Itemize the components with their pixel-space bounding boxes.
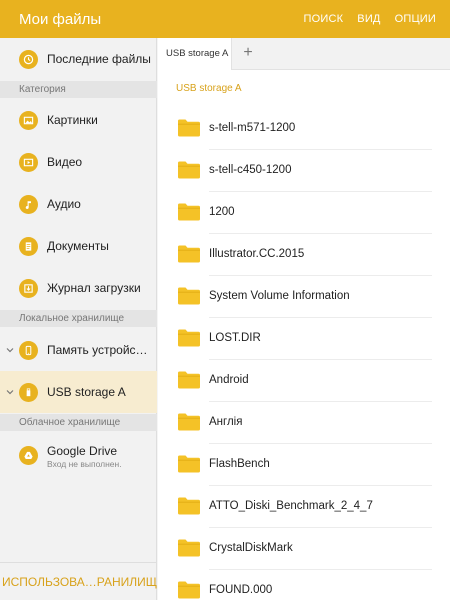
sidebar-item-google-drive[interactable]: Google Drive Вход не выполнен. (0, 434, 157, 482)
app-bar: Мои файлы ПОИСК ВИД ОПЦИИ (0, 0, 450, 38)
category-header: Категория (0, 81, 157, 98)
file-name: Illustrator.CC.2015 (209, 248, 305, 260)
list-item[interactable]: 1200 (158, 192, 432, 234)
video-icon (19, 152, 38, 172)
app-title: Мои файлы (19, 11, 102, 28)
chevron-down-icon[interactable] (5, 387, 15, 397)
folder-icon (178, 455, 200, 473)
file-name: CrystalDiskMark (209, 542, 293, 554)
breadcrumb[interactable]: USB storage A (176, 83, 242, 94)
app-actions: ПОИСК ВИД ОПЦИИ (304, 13, 436, 25)
list-item[interactable]: s-tell-c450-1200 (158, 150, 432, 192)
usb-icon (19, 382, 38, 402)
list-item[interactable]: CrystalDiskMark (158, 528, 432, 570)
sidebar-item-label: Память устройс… (47, 343, 148, 357)
sidebar-item-usb-storage[interactable]: USB storage A (0, 371, 157, 413)
list-item[interactable]: Англія (158, 402, 432, 444)
options-button[interactable]: ОПЦИИ (395, 13, 436, 25)
sidebar-item-images[interactable]: Картинки (0, 99, 157, 141)
storage-usage-button[interactable]: ИСПОЛЬЗОВА…РАНИЛИЩА (0, 562, 157, 600)
list-item[interactable]: FOUND.000 (158, 570, 432, 600)
sidebar-item-label: Последние файлы (47, 52, 151, 66)
sidebar-item-label: Google Drive (47, 444, 118, 458)
google-drive-icon (19, 446, 38, 465)
sidebar-item-label: Видео (47, 155, 83, 169)
chevron-down-icon[interactable] (5, 345, 15, 355)
list-item[interactable]: FlashBench (158, 444, 432, 486)
sidebar-item-sublabel: Вход не выполнен. (47, 459, 122, 469)
list-item[interactable]: LOST.DIR (158, 318, 432, 360)
folder-icon (178, 329, 200, 347)
file-name: FlashBench (209, 458, 270, 470)
folder-icon (178, 581, 200, 599)
folder-icon (178, 413, 200, 431)
music-icon (19, 194, 38, 214)
sidebar-item-label: Аудио (47, 197, 81, 211)
folder-icon (178, 497, 200, 515)
file-name: LOST.DIR (209, 332, 261, 344)
local-storage-header: Локальное хранилище (0, 310, 157, 327)
folder-icon (178, 119, 200, 137)
sidebar-item-device-memory[interactable]: Память устройс… (0, 329, 157, 371)
search-button[interactable]: ПОИСК (304, 13, 344, 25)
document-icon (19, 236, 38, 256)
sidebar: Последние файлы Категория Картинки Видео… (0, 38, 157, 600)
file-browser: USB storage A + USB storage A s-tell-m57… (158, 38, 450, 600)
list-item[interactable]: ATTO_Diski_Benchmark_2_4_7 (158, 486, 432, 528)
sidebar-item-audio[interactable]: Аудио (0, 183, 157, 225)
file-name: 1200 (209, 206, 235, 218)
file-name: System Volume Information (209, 290, 350, 302)
file-name: Android (209, 374, 249, 386)
download-icon (19, 278, 38, 298)
folder-icon (178, 287, 200, 305)
file-name: Англія (209, 416, 243, 428)
image-icon (19, 110, 38, 130)
file-name: FOUND.000 (209, 584, 273, 596)
file-name: s-tell-c450-1200 (209, 164, 292, 176)
list-item[interactable]: System Volume Information (158, 276, 432, 318)
sidebar-item-label: Журнал загрузки (47, 281, 141, 295)
sidebar-item-documents[interactable]: Документы (0, 225, 157, 267)
sidebar-item-downloads[interactable]: Журнал загрузки (0, 267, 157, 309)
cloud-storage-header: Облачное хранилище (0, 414, 157, 431)
file-name: s-tell-m571-1200 (209, 122, 296, 134)
add-tab-icon[interactable]: + (240, 45, 256, 61)
phone-icon (19, 340, 38, 360)
sidebar-item-recent[interactable]: Последние файлы (0, 38, 157, 80)
list-item[interactable]: Illustrator.CC.2015 (158, 234, 432, 276)
sidebar-item-video[interactable]: Видео (0, 141, 157, 183)
tab-usb-storage[interactable]: USB storage A (158, 38, 232, 70)
folder-icon (178, 203, 200, 221)
list-item[interactable]: s-tell-m571-1200 (158, 108, 432, 150)
clock-icon (19, 49, 38, 69)
folder-icon (178, 245, 200, 263)
list-item[interactable]: Android (158, 360, 432, 402)
sidebar-item-label: Документы (47, 239, 109, 253)
tab-bar: USB storage A + (158, 38, 450, 70)
folder-icon (178, 539, 200, 557)
view-button[interactable]: ВИД (357, 13, 380, 25)
sidebar-item-label: USB storage A (47, 385, 126, 399)
folder-icon (178, 371, 200, 389)
folder-icon (178, 161, 200, 179)
file-name: ATTO_Diski_Benchmark_2_4_7 (209, 500, 373, 512)
sidebar-item-label: Картинки (47, 113, 98, 127)
